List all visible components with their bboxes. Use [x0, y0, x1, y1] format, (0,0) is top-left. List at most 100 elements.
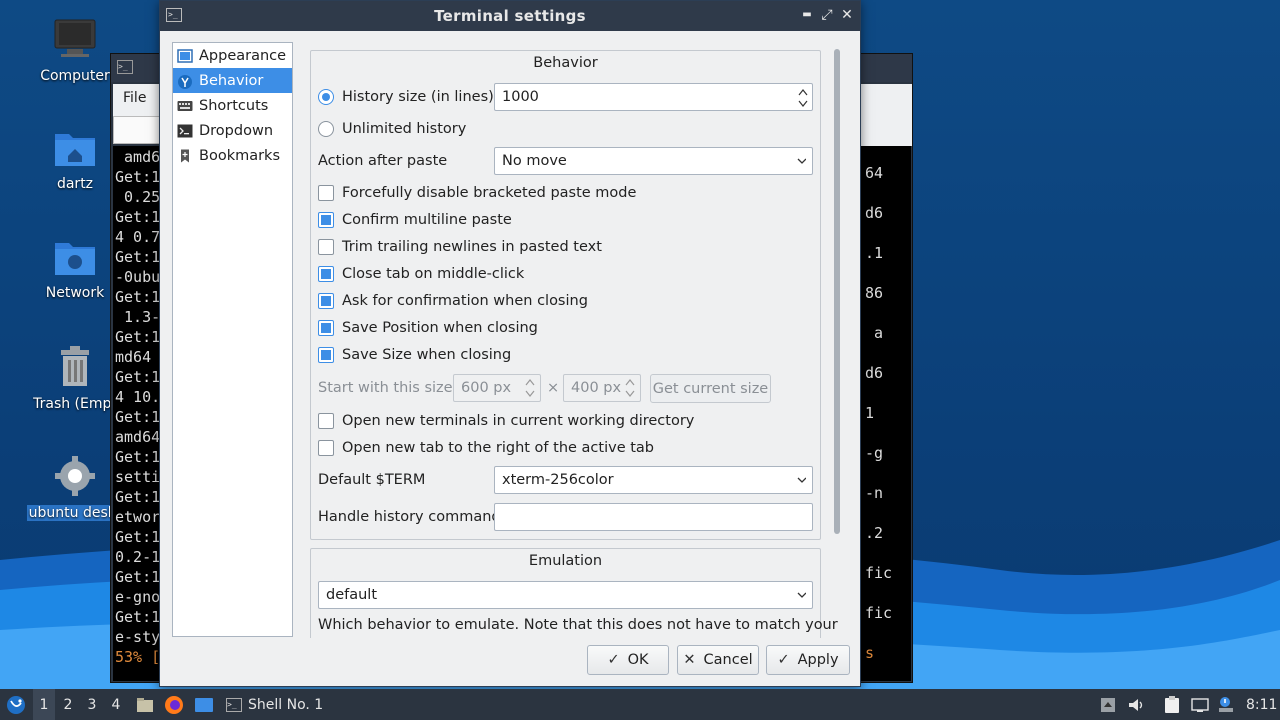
apply-button[interactable]: ✓ Apply [766, 645, 850, 675]
handle-history-input[interactable] [494, 503, 813, 531]
terminal-output-line: fic [865, 564, 893, 582]
terminal-output-line: Get:1 [115, 488, 161, 506]
checkbox-row[interactable]: Close tab on middle-click [318, 266, 524, 282]
settings-scrollbar[interactable] [834, 49, 840, 534]
checkbox[interactable] [318, 212, 334, 228]
chevron-down-icon [797, 592, 806, 598]
checkbox-row[interactable]: Confirm multiline paste [318, 212, 512, 228]
terminal-output-line: Get:1 [115, 328, 161, 346]
bookmark-icon [177, 149, 193, 163]
desktop-switcher[interactable] [192, 689, 216, 720]
history-size-radio[interactable]: History size (in lines) [318, 89, 494, 105]
terminal-output-line: 64 [865, 164, 884, 182]
clock[interactable]: 8:11 [1246, 689, 1278, 720]
checkbox[interactable] [318, 239, 334, 255]
checkbox[interactable] [318, 185, 334, 201]
workspace-4[interactable]: 4 [105, 689, 127, 720]
terminal-icon: >_ [226, 697, 242, 712]
cancel-button[interactable]: ✕ Cancel [677, 645, 759, 675]
terminal-output-line: Get:1 [115, 528, 161, 546]
checkbox-row[interactable]: Trim trailing newlines in pasted text [318, 239, 602, 255]
dropdown-value: default [326, 587, 378, 603]
radio-button[interactable] [318, 89, 334, 105]
checkbox-label: Close tab on middle-click [342, 266, 525, 282]
firefox-launcher[interactable] [162, 689, 186, 720]
terminal-output-line: -0ubu [115, 268, 161, 286]
checkbox[interactable] [318, 320, 334, 336]
sidebar-item-dropdown[interactable]: Dropdown [173, 118, 292, 143]
get-current-size-button: Get current size [650, 374, 771, 403]
show-desktop-button[interactable] [134, 689, 156, 720]
menu-file[interactable]: File [123, 90, 146, 106]
checkbox[interactable] [318, 266, 334, 282]
taskbar-task-shell[interactable]: >_ Shell No. 1 [222, 689, 362, 720]
terminal-icon: >_ [117, 60, 133, 74]
button-label: Apply [797, 652, 839, 668]
history-size-spinbox[interactable]: 1000 [494, 83, 813, 111]
network-folder-icon [55, 243, 95, 275]
minimize-button[interactable]: ▬ [798, 6, 816, 24]
close-button[interactable]: ✕ [838, 6, 856, 24]
checkbox[interactable] [318, 440, 334, 456]
checkbox-row[interactable]: Open new terminals in current working di… [318, 413, 694, 429]
default-term-dropdown[interactable]: xterm-256color [494, 466, 813, 494]
tray-updates[interactable] [1098, 689, 1118, 720]
checkbox-row[interactable]: Ask for confirmation when closing [318, 293, 588, 309]
ok-button[interactable]: ✓ OK [587, 645, 669, 675]
background-terminal-tab[interactable] [113, 116, 163, 144]
terminal-output-line: Get:1 [115, 248, 161, 266]
lubuntu-logo-icon [7, 695, 25, 714]
radio-button[interactable] [318, 121, 334, 137]
terminal-output-line: fic [865, 604, 893, 622]
terminal-output-line: 1.3- [115, 308, 161, 326]
tray-clipboard[interactable] [1162, 689, 1182, 720]
sidebar-item-label: Dropdown [199, 122, 274, 139]
button-label: Cancel [703, 652, 753, 668]
settings-sidebar: Appearance Behavior Shortcuts Dropdown B… [172, 42, 293, 637]
sidebar-item-bookmarks[interactable]: Bookmarks [173, 143, 292, 168]
tray-notifications[interactable] [1216, 689, 1236, 720]
terminal-output-line: 53% [ [115, 648, 161, 666]
size-separator: × [547, 380, 560, 396]
tray-network[interactable] [1190, 689, 1210, 720]
workspace-3[interactable]: 3 [81, 689, 103, 720]
firefox-icon [165, 695, 183, 714]
dropdown-value: xterm-256color [502, 472, 614, 488]
radio-label: History size (in lines) [342, 89, 494, 105]
terminal-output-line: md64 [115, 348, 161, 366]
window-icon [195, 697, 213, 712]
terminal-output-line: Get:1 [115, 448, 161, 466]
info-icon [1219, 696, 1233, 712]
spin-arrows-icon[interactable] [797, 87, 809, 109]
checkbox-row[interactable]: Save Size when closing [318, 347, 511, 363]
sidebar-item-shortcuts[interactable]: Shortcuts [173, 93, 292, 118]
checkbox-row[interactable]: Open new tab to the right of the active … [318, 440, 654, 456]
spin-arrows-icon [625, 379, 635, 397]
terminal-output-line: 1 [865, 404, 875, 422]
action-after-paste-dropdown[interactable]: No move [494, 147, 813, 175]
sidebar-item-appearance[interactable]: Appearance [173, 43, 292, 68]
sidebar-item-behavior[interactable]: Behavior [173, 68, 292, 93]
unlimited-history-radio[interactable]: Unlimited history [318, 121, 466, 137]
workspace-2[interactable]: 2 [57, 689, 79, 720]
sidebar-item-label: Appearance [199, 47, 287, 64]
checkbox[interactable] [318, 413, 334, 429]
action-after-paste-label: Action after paste [318, 153, 448, 169]
tray-volume[interactable] [1126, 689, 1146, 720]
maximize-button[interactable]: ⤢ [818, 6, 836, 24]
terminal-output-line: amd6 [115, 148, 161, 166]
start-size-label: Start with this size: [318, 380, 458, 396]
terminal-output-line: Get:1 [115, 168, 161, 186]
start-menu-button[interactable] [4, 689, 28, 720]
terminal-output-line: amd64 [115, 428, 161, 446]
checkbox-row[interactable]: Forcefully disable bracketed paste mode [318, 185, 636, 201]
dialog-titlebar[interactable]: >_ Terminal settings ▬ ⤢ ✕ [160, 1, 860, 31]
checkbox[interactable] [318, 293, 334, 309]
checkbox[interactable] [318, 347, 334, 363]
checkbox-row[interactable]: Save Position when closing [318, 320, 538, 336]
chevron-down-icon [797, 477, 806, 483]
terminal-output-line: d6 [865, 364, 884, 382]
workspace-1[interactable]: 1 [33, 689, 55, 720]
terminal-output-line: 4 0.7 [115, 228, 161, 246]
emulation-dropdown[interactable]: default [318, 581, 813, 609]
